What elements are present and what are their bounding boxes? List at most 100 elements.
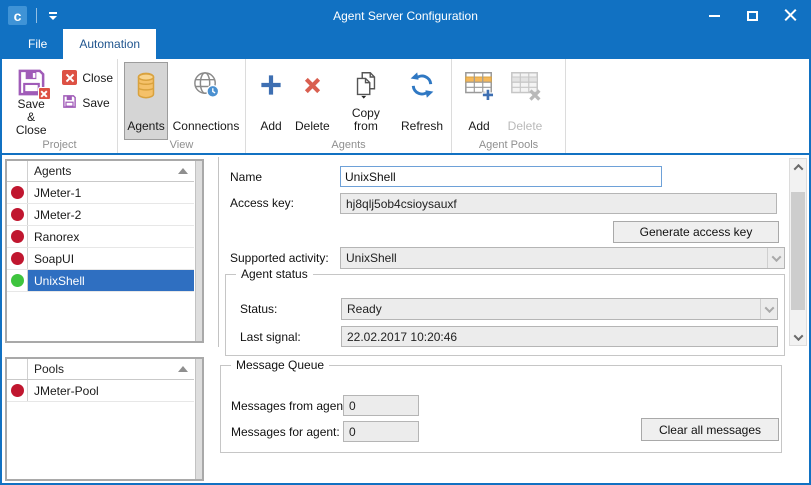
view-connections-label: Connections — [173, 120, 240, 135]
view-agents-label: Agents — [127, 120, 164, 135]
message-queue-legend: Message Queue — [231, 358, 329, 372]
add-pool-button[interactable]: Add — [458, 62, 500, 140]
agent-name: JMeter-2 — [28, 204, 194, 225]
scroll-up-button[interactable] — [790, 159, 806, 175]
last-signal-field: 22.02.2017 10:20:46 — [341, 326, 778, 347]
combo-dropdown-button[interactable] — [767, 248, 784, 268]
status-cell — [7, 226, 28, 247]
minimize-button[interactable] — [695, 2, 733, 29]
quick-access-customize-icon[interactable] — [46, 12, 60, 20]
close-x-icon — [62, 70, 77, 85]
ribbon-group-agent-pools: Add Delete Agent Pools — [452, 59, 566, 153]
list-item[interactable]: JMeter-2 — [7, 204, 194, 226]
window-controls — [695, 2, 809, 29]
minimize-icon — [709, 15, 720, 17]
refresh-label: Refresh — [401, 120, 443, 135]
group-label-view: View — [118, 139, 245, 151]
close-x-badge-icon — [38, 87, 51, 100]
form-scrollbar[interactable] — [789, 158, 807, 346]
list-item-selected[interactable]: UnixShell — [7, 270, 194, 292]
pools-column-header: Pools — [28, 362, 178, 376]
chevron-down-icon — [771, 252, 781, 262]
status-offline-icon — [11, 252, 24, 265]
messages-for-agent-label: Messages for agent: — [231, 425, 340, 439]
content-area: Agents JMeter-1 JMeter-2 Ranorex SoapUI — [2, 155, 809, 483]
supported-activity-label: Supported activity: — [230, 251, 329, 265]
refresh-button[interactable]: Refresh — [397, 62, 447, 140]
view-agents-button[interactable]: Agents — [124, 62, 168, 140]
scroll-down-button[interactable] — [790, 329, 806, 345]
save-floppy-icon — [62, 94, 77, 112]
quick-access-separator — [36, 8, 37, 23]
status-cell — [7, 248, 28, 269]
agent-status-legend: Agent status — [236, 267, 313, 281]
copy-from-label: Copy from — [340, 107, 392, 135]
view-connections-button[interactable]: Connections — [168, 62, 244, 140]
status-combo[interactable]: Ready — [341, 298, 778, 320]
delete-x-icon — [299, 67, 326, 103]
form-panel-edge — [218, 157, 219, 347]
message-queue-groupbox: Message Queue Messages from agent: 0 Mes… — [220, 365, 782, 453]
status-cell — [7, 182, 28, 203]
agents-list-header[interactable]: Agents — [7, 161, 194, 182]
status-column-header — [7, 161, 28, 181]
access-key-label: Access key: — [230, 196, 294, 210]
name-label: Name — [230, 170, 262, 184]
close-button[interactable] — [771, 2, 809, 29]
generate-access-key-button[interactable]: Generate access key — [613, 221, 779, 243]
chevron-down-icon — [764, 303, 774, 313]
agents-column-header: Agents — [28, 164, 178, 178]
list-item[interactable]: SoapUI — [7, 248, 194, 270]
combo-dropdown-button[interactable] — [760, 299, 777, 319]
scrollbar-thumb[interactable] — [791, 192, 805, 310]
chevron-up-icon — [793, 163, 803, 173]
sort-ascending-icon — [178, 168, 188, 174]
app-icon[interactable]: c — [8, 6, 27, 25]
name-input[interactable] — [340, 166, 662, 187]
list-item[interactable]: JMeter-Pool — [7, 380, 194, 402]
ribbon: Save & Close Close Save — [2, 59, 809, 155]
add-agent-label: Add — [260, 120, 281, 135]
maximize-button[interactable] — [733, 2, 771, 29]
status-column-header — [7, 359, 28, 379]
group-label-project: Project — [2, 139, 117, 151]
add-agent-button[interactable]: Add — [252, 62, 290, 140]
status-offline-icon — [11, 230, 24, 243]
title-bar: c Agent Server Configuration — [2, 2, 809, 29]
ribbon-group-view: Agents Connections View — [118, 59, 246, 153]
ribbon-group-project: Save & Close Close Save — [2, 59, 118, 153]
tab-automation[interactable]: Automation — [63, 29, 156, 59]
group-label-agents: Agents — [246, 139, 451, 151]
supported-activity-combo[interactable]: UnixShell — [340, 247, 785, 269]
close-project-button[interactable]: Close — [62, 70, 113, 85]
save-and-close-button[interactable]: Save & Close — [8, 62, 54, 140]
delete-agent-button[interactable]: Delete — [290, 62, 335, 140]
pools-list-scrollbar[interactable] — [195, 359, 202, 479]
add-pool-label: Add — [468, 120, 489, 135]
close-label: Close — [82, 71, 113, 85]
agent-status-groupbox: Agent status Status: Ready Last signal: … — [225, 274, 785, 356]
tab-file[interactable]: File — [12, 29, 63, 59]
ribbon-group-agents: Add Delete Copy from — [246, 59, 452, 153]
add-plus-icon — [257, 67, 285, 103]
list-item[interactable]: Ranorex — [7, 226, 194, 248]
messages-from-agent-label: Messages from agent: — [231, 399, 350, 413]
save-button[interactable]: Save — [62, 94, 113, 112]
copy-pages-icon — [350, 67, 382, 103]
status-value: Ready — [347, 302, 382, 316]
agents-list-scrollbar[interactable] — [195, 161, 202, 341]
maximize-icon — [747, 11, 758, 21]
messages-from-agent-field: 0 — [343, 395, 419, 416]
delete-pool-label: Delete — [508, 120, 543, 135]
group-label-agent-pools: Agent Pools — [452, 139, 565, 151]
pools-list-header[interactable]: Pools — [7, 359, 194, 380]
agents-list: Agents JMeter-1 JMeter-2 Ranorex SoapUI — [5, 159, 204, 343]
pool-name: JMeter-Pool — [28, 380, 194, 401]
refresh-icon — [408, 67, 436, 103]
copy-from-button[interactable]: Copy from — [335, 62, 397, 140]
list-item[interactable]: JMeter-1 — [7, 182, 194, 204]
clear-all-messages-button[interactable]: Clear all messages — [641, 418, 779, 441]
status-online-icon — [11, 274, 24, 287]
app-window: c Agent Server Configuration File Automa… — [0, 0, 811, 485]
agent-name: JMeter-1 — [28, 182, 194, 203]
